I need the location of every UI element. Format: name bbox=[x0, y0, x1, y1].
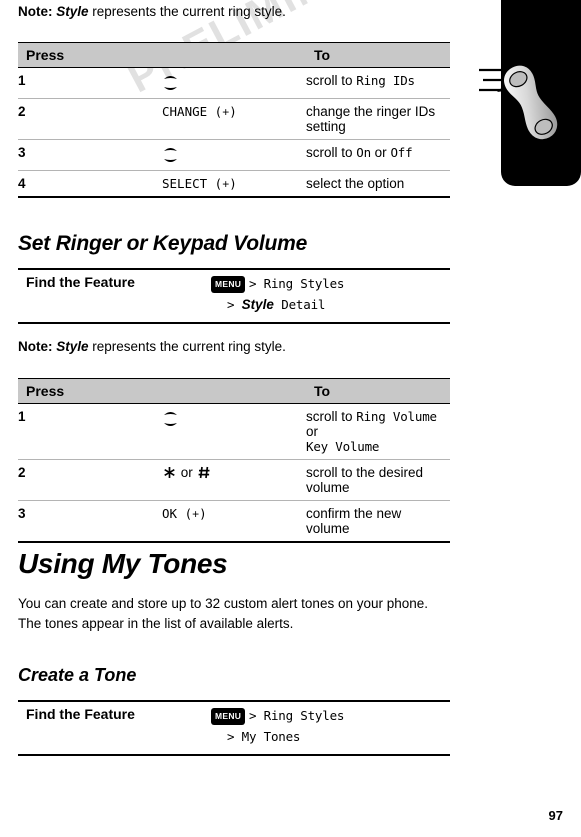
note2-rest: represents the current ring style. bbox=[88, 339, 286, 354]
path-1: > Ring Styles bbox=[249, 276, 345, 291]
find-feature-path-line-1: MENU > Ring Styles bbox=[211, 274, 450, 295]
path-1: > Ring Styles bbox=[249, 708, 345, 723]
softkey-plus: (+) bbox=[207, 176, 237, 191]
menu-key-icon: MENU bbox=[211, 708, 246, 726]
column-header-to: To bbox=[306, 378, 450, 404]
note2-italic: Style bbox=[56, 339, 89, 354]
find-feature-path: MENU > Ring Styles > My Tones bbox=[211, 702, 450, 754]
path-2: > My Tones bbox=[227, 728, 301, 744]
menu-key-icon: MENU bbox=[211, 276, 246, 294]
find-feature-path-line-2: > Style Detail bbox=[211, 295, 450, 316]
table-row: 2 CHANGE (+) change the ringer IDs setti… bbox=[18, 98, 450, 140]
step-description: confirm the new volume bbox=[306, 500, 450, 543]
desc-text: scroll to bbox=[306, 409, 357, 424]
note-ring-style-1: Note: Style represents the current ring … bbox=[18, 4, 450, 19]
step-description: select the option bbox=[306, 170, 450, 198]
table-row: 2 or scroll to the desired volume bbox=[18, 459, 450, 501]
subsection-heading-create-a-tone: Create a Tone bbox=[18, 665, 137, 685]
desc-mid: or bbox=[370, 145, 391, 160]
find-feature-label: Find the Feature bbox=[26, 274, 135, 290]
step-press-key bbox=[162, 67, 306, 99]
note-ring-style-2: Note: Style represents the current ring … bbox=[18, 339, 450, 354]
nav-up-down-icon bbox=[162, 73, 179, 93]
desc-mono-2: Off bbox=[390, 145, 413, 160]
step-number: 2 bbox=[18, 98, 162, 140]
step-press-key: OK (+) bbox=[162, 500, 306, 543]
desc-mono-2: Key Volume bbox=[306, 439, 380, 454]
step-description: scroll to Ring Volume or Key Volume bbox=[306, 403, 450, 460]
section-body-using-my-tones: You can create and store up to 32 custom… bbox=[18, 596, 429, 631]
find-feature-row: Find the Feature MENU > Ring Styles > My… bbox=[18, 702, 450, 754]
find-the-feature-my-tones: Find the Feature MENU > Ring Styles > My… bbox=[18, 702, 450, 754]
step-press-key bbox=[162, 403, 306, 460]
procedure-table-volume: Press To 1 scroll to Ring Volume or Key … bbox=[18, 378, 450, 543]
desc-mid: or bbox=[306, 424, 319, 439]
desc-mono: Ring IDs bbox=[356, 73, 415, 88]
table-header-row: Press To bbox=[18, 42, 450, 68]
table-row: 4 SELECT (+) select the option bbox=[18, 170, 450, 198]
step-press-key: or bbox=[162, 459, 306, 501]
table-header-row: Press To bbox=[18, 378, 450, 404]
path-2-italic: Style bbox=[241, 296, 274, 312]
find-the-feature-ringer-volume: Find the Feature MENU > Ring Styles > St… bbox=[18, 270, 450, 322]
pound-key-icon bbox=[197, 465, 212, 483]
softkey-label: OK bbox=[162, 506, 178, 521]
step-press-key: SELECT (+) bbox=[162, 170, 306, 198]
section-heading-set-ringer-volume: Set Ringer or Keypad Volume bbox=[18, 232, 308, 255]
softkey-plus: (+) bbox=[177, 506, 207, 521]
softkey-plus: (+) bbox=[207, 104, 237, 119]
nav-up-down-icon bbox=[162, 145, 179, 165]
or-text: or bbox=[180, 465, 197, 480]
step-press-key bbox=[162, 139, 306, 171]
column-header-to: To bbox=[306, 42, 450, 68]
column-header-press: Press bbox=[18, 378, 306, 404]
note-rest: represents the current ring style. bbox=[88, 4, 286, 19]
desc-mono: On bbox=[356, 145, 371, 160]
table-row: 1 scroll to Ring Volume or Key Volume bbox=[18, 403, 450, 460]
phone-illustration-icon bbox=[477, 52, 581, 162]
step-press-key: CHANGE (+) bbox=[162, 98, 306, 140]
path-2-rest: Detail bbox=[273, 296, 326, 312]
find-feature-row: Find the Feature MENU > Ring Styles > St… bbox=[18, 270, 450, 322]
column-header-press: Press bbox=[18, 42, 306, 68]
find-feature-path-line-1: MENU > Ring Styles bbox=[211, 706, 450, 727]
step-description: scroll to the desired volume bbox=[306, 459, 450, 501]
step-number: 1 bbox=[18, 67, 162, 99]
table-row: 3 scroll to On or Off bbox=[18, 139, 450, 171]
step-description: change the ringer IDs setting bbox=[306, 98, 450, 140]
table-row: 3 OK (+) confirm the new volume bbox=[18, 500, 450, 543]
find-feature-label: Find the Feature bbox=[26, 706, 135, 722]
procedure-table-ring-ids: Press To 1 scroll to Ring IDs 2 CHANGE (… bbox=[18, 42, 450, 198]
note-italic: Style bbox=[56, 4, 89, 19]
step-number: 2 bbox=[18, 459, 162, 501]
desc-text: scroll to bbox=[306, 145, 357, 160]
desc-mono: Ring Volume bbox=[356, 409, 437, 424]
manual-page: PRELIMINARY 97 Note: Style represents th… bbox=[0, 0, 581, 837]
find-feature-path-line-2: > My Tones bbox=[211, 727, 450, 748]
table-row: 1 scroll to Ring IDs bbox=[18, 67, 450, 99]
star-key-icon bbox=[162, 465, 177, 483]
find-feature-path: MENU > Ring Styles > Style Detail bbox=[211, 270, 450, 322]
step-number: 4 bbox=[18, 170, 162, 198]
page-number: 97 bbox=[548, 808, 563, 823]
section-heading-using-my-tones: Using My Tones bbox=[18, 548, 228, 579]
step-number: 3 bbox=[18, 139, 162, 171]
nav-up-down-icon bbox=[162, 409, 179, 429]
path-2-gt: > bbox=[227, 296, 242, 312]
step-description: scroll to Ring IDs bbox=[306, 67, 450, 99]
chapter-tab: Ring Styles bbox=[455, 0, 581, 300]
softkey-label: SELECT bbox=[162, 176, 208, 191]
note-prefix: Note: bbox=[18, 4, 57, 19]
step-number: 3 bbox=[18, 500, 162, 543]
softkey-label: CHANGE bbox=[162, 104, 208, 119]
step-description: scroll to On or Off bbox=[306, 139, 450, 171]
note2-prefix: Note: bbox=[18, 339, 57, 354]
step-number: 1 bbox=[18, 403, 162, 460]
desc-text: scroll to bbox=[306, 73, 357, 88]
